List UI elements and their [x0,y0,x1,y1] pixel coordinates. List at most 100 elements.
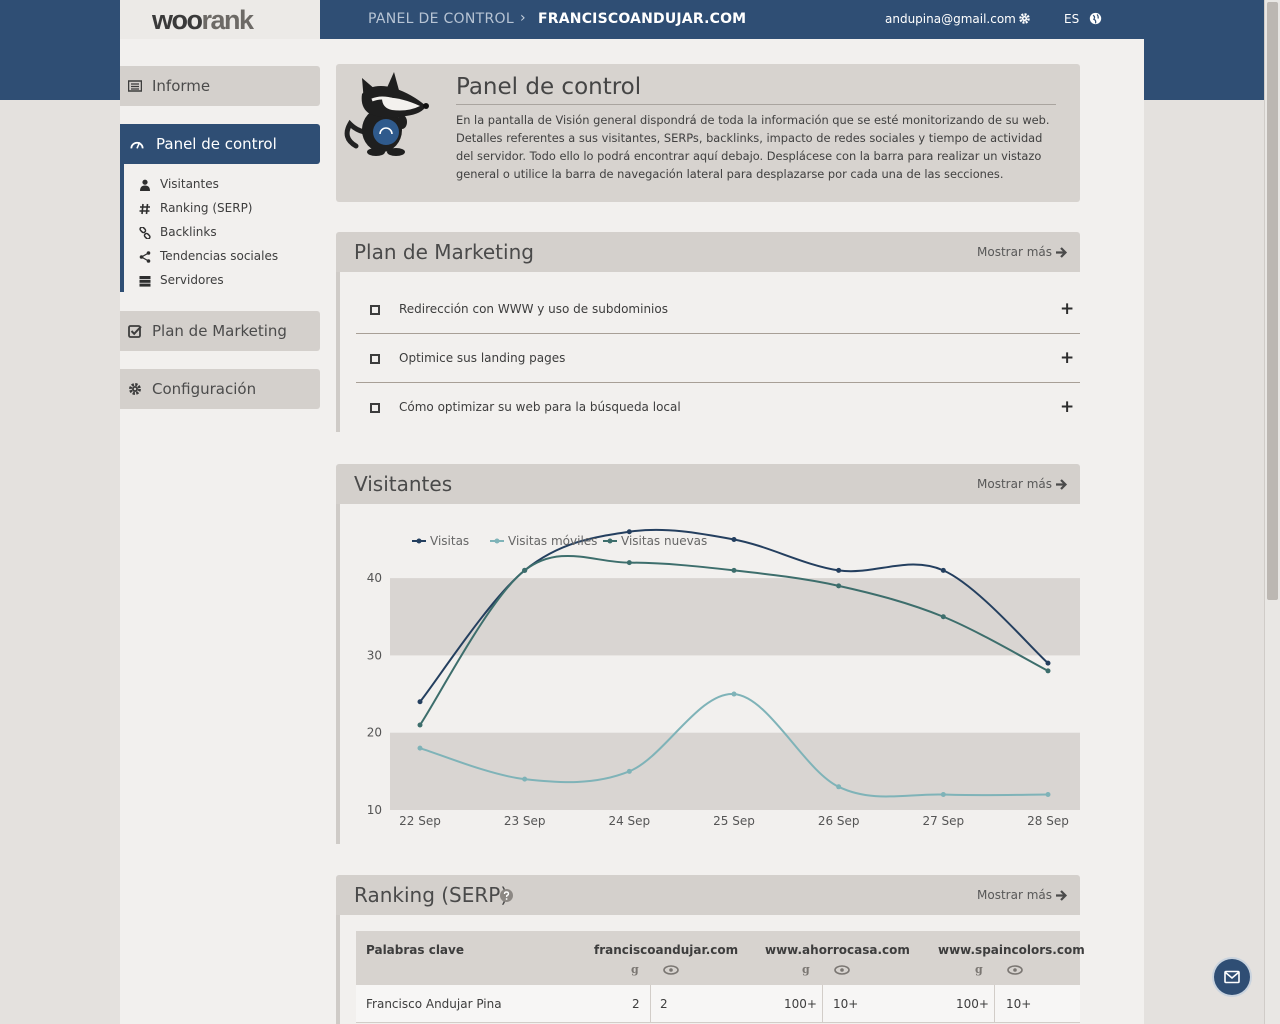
subnav-label: Servidores [160,273,224,287]
data-point [940,792,946,798]
expand-plus-icon[interactable]: + [1060,397,1074,417]
data-point [731,691,737,697]
logo-arrow [306,0,320,38]
expand-plus-icon[interactable]: + [1060,299,1074,319]
chart-band [390,732,1080,810]
language-selector[interactable]: ES [1064,12,1079,26]
data-point [522,776,528,782]
list-item-label: Cómo optimizar su web para la búsqueda l… [399,400,681,414]
google-icon: g [975,964,983,976]
data-point [836,784,842,790]
rank-cell: 100+ [956,997,989,1011]
arrow-right-icon[interactable] [1055,889,1068,902]
legend-marker [607,538,613,544]
checkbox-icon [128,325,142,338]
ranking-show-more[interactable]: Mostrar más [977,888,1052,902]
data-point [731,567,737,573]
legend-label: Visitas nuevas [621,534,707,548]
cell-divider [994,985,995,1023]
data-point [940,614,946,620]
google-icon: g [631,964,639,976]
arrow-right-icon[interactable] [1055,478,1068,491]
list-item-label: Redirección con WWW y uso de subdominios [399,302,668,316]
svg-text:g: g [802,964,810,976]
keyword-cell: Francisco Andujar Pina [366,997,502,1011]
arrow-right-icon[interactable] [1055,246,1068,259]
sidebar-item-panel-de-control[interactable]: Panel de control [120,124,320,164]
marketing-section-header: Plan de Marketing Mostrar más [336,232,1080,272]
scrollbar-thumb[interactable] [1267,2,1278,600]
list-item-label: Optimice sus landing pages [399,351,566,365]
contact-mail-button[interactable] [1214,959,1250,995]
marketing-title: Plan de Marketing [354,240,534,264]
ranking-section-header: Ranking (SERP) Mostrar más [336,875,1080,915]
column-header: www.spaincolors.com [938,943,1085,957]
data-point [1045,792,1051,798]
globe-icon[interactable] [1089,12,1102,25]
y-tick-label: 10 [367,803,382,817]
sidebar-item-plan-marketing[interactable]: Plan de Marketing [120,311,320,351]
eye-icon [834,965,850,975]
legend-marker [494,538,500,544]
checkbox[interactable] [370,403,380,413]
data-point [626,560,632,566]
list-item[interactable]: Cómo optimizar su web para la búsqueda l… [356,383,1080,432]
subnav-label: Backlinks [160,225,217,239]
help-icon[interactable] [500,889,513,902]
sidebar-item-informe[interactable]: Informe [120,66,320,106]
intro-card: Panel de control En la pantalla de Visió… [336,64,1080,202]
y-tick-label: 40 [367,571,382,585]
gear-icon [129,383,141,395]
checkbox[interactable] [370,354,380,364]
user-icon [140,179,150,191]
marketing-show-more[interactable]: Mostrar más [977,245,1052,259]
data-point [731,536,737,542]
logo-box[interactable]: woorank [120,0,320,39]
data-point [1045,660,1051,666]
sidebar-item-configuracion[interactable]: Configuración [120,369,320,409]
breadcrumb-site: FRANCISCOANDUJAR.COM [538,11,747,27]
data-point [836,583,842,589]
gauge-icon [130,141,144,149]
server-icon [139,276,151,287]
table-row: Francisco Andujar Pina 2 2 100+ 10+ 100+… [356,985,1080,1023]
rank-cell: 10+ [833,997,859,1011]
svg-text:g: g [975,964,983,976]
ranking-table-panel: Palabras clave franciscoandujar.com www.… [336,915,1085,1024]
hash-icon [139,203,150,215]
visitors-show-more[interactable]: Mostrar más [977,477,1052,491]
vertical-scrollbar[interactable] [1264,0,1280,1024]
expand-plus-icon[interactable]: + [1060,348,1074,368]
x-tick-label: 26 Sep [818,814,860,828]
google-icon: g [802,964,810,976]
list-item[interactable]: Redirección con WWW y uso de subdominios… [356,285,1080,334]
subnav-label: Ranking (SERP) [160,201,253,215]
visitors-title: Visitantes [354,472,453,496]
app-window: woorank PANEL DE CONTROL › FRANCISCOANDU… [120,0,1144,1024]
svg-text:g: g [631,964,639,976]
logo: woorank [152,5,254,35]
page-title: Panel de control [456,74,1056,105]
visitors-chart-panel: 10 20 30 40 22 Sep 23 Sep 24 Sep 25 Sep 26 Sep 27… [336,504,1080,844]
visitors-line-chart: 10 20 30 40 22 Sep 23 Sep 24 Sep 25 Sep 26 Sep 27… [367,528,1080,828]
eye-icon [663,965,679,975]
user-email[interactable]: andupina@gmail.com [885,12,1016,26]
cell-divider [650,985,651,1023]
checkbox[interactable] [370,305,380,315]
legend-marker [416,538,422,544]
envelope-icon [1224,970,1240,984]
gear-icon[interactable] [1018,12,1031,25]
x-tick-label: 22 Sep [399,814,441,828]
x-tick-label: 23 Sep [504,814,546,828]
column-header: www.ahorrocasa.com [765,943,910,957]
breadcrumb-separator: › [520,10,526,26]
link-icon [139,227,151,239]
breadcrumb-section[interactable]: PANEL DE CONTROL [368,11,514,27]
rank-cell: 2 [660,997,668,1011]
data-point [940,567,946,573]
list-item[interactable]: Optimice sus landing pages + [356,334,1080,383]
cell-divider [822,985,823,1023]
sidebar-item-label: Informe [152,77,211,95]
column-header: franciscoandujar.com [594,943,739,957]
ranking-title: Ranking (SERP) [354,883,509,907]
